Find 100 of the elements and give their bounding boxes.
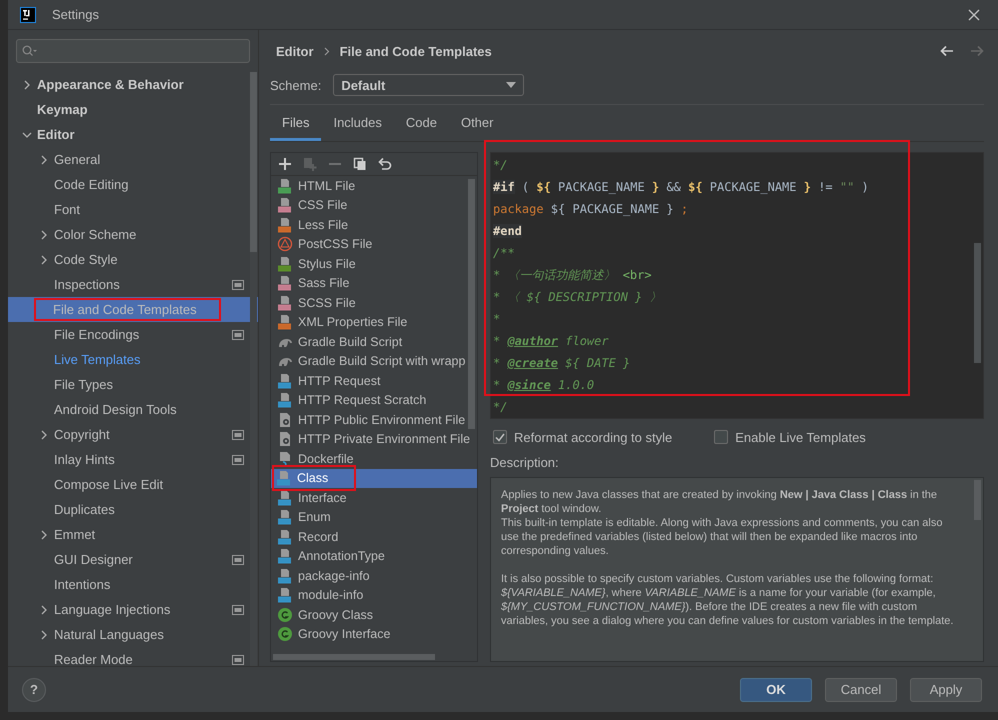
search-icon	[22, 45, 38, 57]
template-item[interactable]: Groovy Class	[271, 605, 477, 624]
file-icon	[277, 256, 293, 272]
search-field[interactable]	[16, 39, 250, 63]
settings-category[interactable]: Keymap	[8, 97, 258, 122]
template-item[interactable]: package-info	[271, 566, 477, 586]
code-line: * 〈一句话功能简述〉 <br>	[492, 267, 653, 284]
template-item[interactable]: Enum	[271, 508, 477, 527]
template-item[interactable]: XML Properties File	[271, 312, 477, 332]
chevron-right-icon[interactable]	[39, 430, 49, 440]
chevron-right-icon[interactable]	[39, 154, 49, 164]
ok-button[interactable]: OK	[740, 678, 812, 702]
settings-category[interactable]: Appearance & Behavior	[8, 72, 258, 97]
settings-page[interactable]: General	[8, 147, 258, 172]
scrollbar[interactable]	[974, 243, 981, 363]
code-line: */	[492, 399, 508, 416]
template-item[interactable]: PostCSS File	[271, 234, 477, 254]
undo-icon[interactable]	[378, 157, 392, 171]
settings-page[interactable]: Font	[8, 197, 258, 222]
template-item[interactable]: Gradle Build Script	[271, 332, 477, 352]
template-item[interactable]: CSS File	[271, 196, 477, 215]
settings-page[interactable]: Inlay Hints	[8, 447, 258, 472]
settings-page[interactable]: Compose Live Edit	[8, 472, 258, 497]
settings-page[interactable]: Live Templates	[8, 347, 258, 372]
template-item[interactable]: HTTP Private Environment File	[271, 430, 477, 449]
settings-page[interactable]: Code Editing	[8, 172, 258, 197]
tab[interactable]: Includes	[321, 109, 394, 141]
code-editor[interactable]: */ #if ( ${ PACKAGE_NAME } && ${ PACKAGE_NAME } != "" ) package ${ PACKAGE_NAME } ; #end /** * 〈一句话功能简述〉 <br> * 〈 ${ DESCRIPTION } 〉 * * @author flower * @create ${ DATE } * @since 1.0.0 */	[490, 152, 984, 419]
back-arrow-icon[interactable]	[940, 45, 954, 57]
template-item[interactable]: Groovy Interface	[271, 624, 477, 644]
tab[interactable]: Files	[270, 109, 322, 141]
checkbox[interactable]	[714, 430, 728, 444]
file-gear-icon	[277, 431, 293, 448]
circle-icon	[277, 236, 293, 252]
settings-page[interactable]: GUI Designer	[8, 547, 258, 572]
template-item[interactable]: Less File	[271, 215, 477, 234]
template-item[interactable]: HTTP Public Environment File	[271, 410, 477, 430]
settings-page[interactable]: File Types	[8, 372, 258, 397]
settings-page[interactable]: File Encodings	[8, 322, 258, 347]
checkbox[interactable]	[493, 430, 507, 444]
chevron-right-icon[interactable]	[39, 630, 49, 640]
file-icon	[277, 568, 293, 584]
settings-page[interactable]: Language Injections	[8, 597, 258, 622]
settings-page[interactable]: Android Design Tools	[8, 397, 258, 422]
dialog-button[interactable]: Apply	[910, 678, 982, 702]
settings-page[interactable]: Copyright	[8, 422, 258, 447]
settings-page[interactable]: Natural Languages	[8, 622, 258, 647]
checkbox-option[interactable]: Enable Live Templates	[714, 430, 866, 444]
chevron-right-icon[interactable]	[22, 80, 32, 90]
template-item[interactable]: SCSS File	[271, 293, 477, 312]
plus-icon[interactable]	[278, 157, 292, 171]
settings-page[interactable]: Color Scheme	[8, 222, 258, 247]
settings-page[interactable]: Inspections	[8, 272, 258, 297]
template-item[interactable]: Dockerfile	[271, 449, 477, 468]
tab[interactable]: Code	[394, 109, 449, 141]
description-text: This built-in template is editable. Along with Java expressions and comments, you can also use the predefined variables (listed below) that will then be expanded like macros into corresponding values.	[501, 516, 944, 558]
chevron-right-icon[interactable]	[39, 230, 49, 240]
copy-icon[interactable]	[353, 157, 367, 171]
scrollbar[interactable]	[468, 179, 475, 429]
close-icon[interactable]	[968, 8, 980, 20]
settings-page[interactable]: Code Style	[8, 247, 258, 272]
scrollbar[interactable]	[273, 654, 435, 660]
template-item[interactable]: HTTP Request Scratch	[271, 390, 477, 410]
help-button[interactable]: ?	[22, 678, 46, 702]
scheme-dropdown[interactable]: Default	[333, 74, 524, 96]
template-item[interactable]: HTML File	[271, 176, 477, 196]
chevron-right-icon[interactable]	[39, 530, 49, 540]
settings-category[interactable]: Editor	[8, 122, 258, 147]
checkbox-option[interactable]: Reformat according to style	[493, 430, 672, 444]
settings-page[interactable]: Emmet	[8, 522, 258, 547]
scrollbar[interactable]	[250, 72, 257, 666]
chevron-right-icon[interactable]	[39, 254, 49, 264]
settings-page[interactable]: Duplicates	[8, 497, 258, 522]
code-line: * 〈 ${ DESCRIPTION } 〉	[492, 289, 662, 306]
template-item[interactable]: Sass File	[271, 274, 477, 293]
file-icon	[277, 372, 293, 389]
template-item[interactable]: AnnotationType	[271, 546, 477, 566]
template-item[interactable]: Interface	[271, 488, 477, 508]
template-item[interactable]: module-info	[271, 586, 477, 605]
description-text: It is also possible to specify custom variables. Custom variables use the following format: ${VARIABLE_NAME}, where VARIABLE_NAME is a name for your variable (for example, ${MY_CUSTOM_FUNCTION_NAME}). Before the IDE creates a new file with custom variables, you see a dialog where you can define values for custom variables in the template.	[501, 572, 954, 628]
code-line: * @author flower	[492, 333, 610, 350]
chevron-right-icon[interactable]	[39, 604, 49, 614]
dropdown-arrow-icon	[506, 82, 516, 88]
code-line: * @create ${ DATE }	[492, 355, 632, 372]
file-icon	[277, 275, 293, 292]
groovy-icon	[277, 606, 293, 623]
settings-page[interactable]: Reader Mode	[8, 647, 258, 666]
dialog-button[interactable]: Cancel	[825, 678, 897, 702]
chevron-down-icon[interactable]	[22, 130, 32, 140]
code-line: #if ( ${ PACKAGE_NAME } && ${ PACKAGE_NAME } != "" )	[492, 179, 870, 196]
tab[interactable]: Other	[448, 109, 506, 141]
breadcrumb-item: File and Code Templates	[340, 44, 492, 58]
template-item[interactable]: Stylus File	[271, 254, 477, 274]
settings-page[interactable]: Intentions	[8, 572, 258, 597]
file-icon	[277, 314, 293, 330]
template-item[interactable]: Gradle Build Script with wrapp	[271, 352, 477, 371]
template-item[interactable]: HTTP Request	[271, 371, 477, 390]
template-item[interactable]: Record	[271, 527, 477, 546]
scheme-label: Scheme:	[270, 78, 322, 92]
app-logo-icon	[20, 6, 36, 22]
